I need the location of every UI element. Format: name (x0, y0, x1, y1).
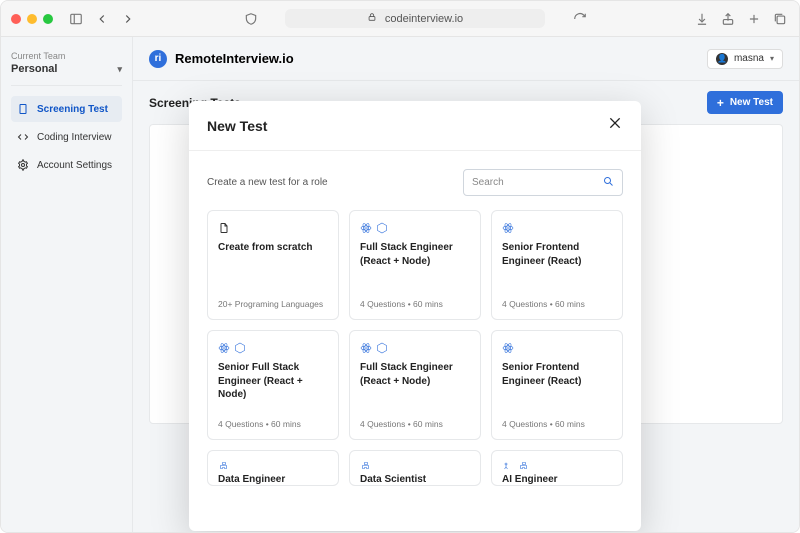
tech-icons (502, 221, 612, 235)
react-icon (360, 222, 372, 234)
node-icon (376, 222, 388, 234)
modal-title: New Test (207, 118, 267, 134)
card-title: Full Stack Engineer (React + Node) (360, 361, 470, 388)
react-icon (502, 222, 514, 234)
lock-icon (367, 12, 377, 25)
card-meta: 4 Questions • 60 mins (360, 419, 470, 429)
python-icon (218, 461, 328, 473)
new-test-button[interactable]: + New Test (707, 91, 783, 114)
template-card[interactable]: Full Stack Engineer (React + Node) 4 Que… (349, 330, 481, 440)
node-icon (376, 342, 388, 354)
search-input[interactable]: Search (463, 169, 623, 196)
sidebar-item-label: Coding Interview (37, 132, 111, 143)
template-grid: Create from scratch 20+ Programing Langu… (207, 210, 623, 486)
team-value: Personal (11, 63, 57, 75)
card-meta: 4 Questions • 60 mins (502, 419, 612, 429)
sidebar-item-label: Screening Test (37, 104, 108, 115)
document-icon (17, 103, 29, 115)
sidebar-item-coding-interview[interactable]: Coding Interview (11, 124, 122, 150)
maximize-window-button[interactable] (43, 14, 53, 24)
page-content: Current Team Personal ▾ Screening Test C… (1, 37, 799, 532)
template-card[interactable]: Senior Frontend Engineer (React) 4 Quest… (491, 330, 623, 440)
react-icon (360, 342, 372, 354)
browser-titlebar: codeinterview.io (1, 1, 799, 37)
close-button[interactable] (607, 115, 623, 136)
sidebar-item-account-settings[interactable]: Account Settings (11, 152, 122, 178)
close-window-button[interactable] (11, 14, 21, 24)
code-icon (17, 131, 29, 143)
template-card[interactable]: Data Scientist (349, 450, 481, 486)
window-controls (11, 14, 53, 24)
template-card[interactable]: Full Stack Engineer (React + Node) 4 Que… (349, 210, 481, 320)
tech-icons (502, 341, 612, 355)
ai-icon (502, 461, 612, 473)
brand-logo: ri (149, 50, 167, 68)
brand: ri RemoteInterview.io (149, 50, 294, 68)
forward-button[interactable] (119, 11, 137, 27)
user-name: masna (734, 53, 764, 64)
card-meta: 4 Questions • 60 mins (502, 299, 612, 309)
template-card[interactable]: AI Engineer (491, 450, 623, 486)
sidebar-item-label: Account Settings (37, 160, 112, 171)
team-label: Current Team (11, 51, 122, 61)
app-header: ri RemoteInterview.io 👤 masna ▾ (133, 37, 799, 81)
react-icon (502, 342, 514, 354)
card-title: Create from scratch (218, 241, 328, 255)
template-card-scratch[interactable]: Create from scratch 20+ Programing Langu… (207, 210, 339, 320)
reload-button[interactable] (571, 11, 589, 27)
minimize-window-button[interactable] (27, 14, 37, 24)
card-title: Data Engineer (218, 473, 328, 486)
tech-icons (360, 341, 470, 355)
template-card[interactable]: Senior Full Stack Engineer (React + Node… (207, 330, 339, 440)
download-icon[interactable] (693, 11, 711, 27)
url-text: codeinterview.io (385, 13, 463, 25)
sidebar-item-screening-test[interactable]: Screening Test (11, 96, 122, 122)
template-card[interactable]: Senior Frontend Engineer (React) 4 Quest… (491, 210, 623, 320)
card-title: Senior Frontend Engineer (React) (502, 361, 612, 388)
user-menu[interactable]: 👤 masna ▾ (707, 49, 783, 69)
card-title: Senior Full Stack Engineer (React + Node… (218, 361, 328, 402)
modal-subheader: Create a new test for a role Search (207, 169, 623, 196)
new-test-modal: New Test Create a new test for a role Se… (189, 101, 641, 531)
card-title: AI Engineer (502, 473, 612, 486)
modal-body: Create a new test for a role Search (189, 151, 641, 486)
react-icon (218, 342, 230, 354)
app-sidebar: Current Team Personal ▾ Screening Test C… (1, 37, 133, 532)
share-icon[interactable] (719, 11, 737, 27)
address-bar[interactable]: codeinterview.io (268, 9, 563, 28)
tech-icons (218, 341, 328, 355)
python-icon (360, 461, 470, 473)
search-icon (602, 175, 614, 190)
template-card[interactable]: Data Engineer (207, 450, 339, 486)
chevron-down-icon: ▾ (117, 64, 122, 75)
new-tab-icon[interactable] (745, 11, 763, 27)
sidebar-toggle-icon[interactable] (67, 11, 85, 27)
file-icon (218, 221, 328, 235)
avatar: 👤 (716, 53, 728, 65)
shield-icon[interactable] (242, 11, 260, 27)
card-meta: 4 Questions • 60 mins (218, 419, 328, 429)
modal-subtitle: Create a new test for a role (207, 177, 328, 188)
team-selector[interactable]: Personal ▾ (11, 63, 122, 86)
card-meta: 4 Questions • 60 mins (360, 299, 470, 309)
chevron-down-icon: ▾ (770, 54, 774, 63)
search-placeholder: Search (472, 177, 504, 188)
card-title: Senior Frontend Engineer (React) (502, 241, 612, 268)
browser-window: codeinterview.io Current Team (0, 0, 800, 533)
modal-header: New Test (189, 101, 641, 151)
plus-icon: + (717, 98, 724, 108)
gear-icon (17, 159, 29, 171)
card-title: Full Stack Engineer (React + Node) (360, 241, 470, 268)
brand-title: RemoteInterview.io (175, 51, 294, 66)
tabs-icon[interactable] (771, 11, 789, 27)
card-title: Data Scientist (360, 473, 470, 486)
node-icon (234, 342, 246, 354)
back-button[interactable] (93, 11, 111, 27)
card-meta: 20+ Programing Languages (218, 299, 328, 309)
tech-icons (360, 221, 470, 235)
new-test-label: New Test (730, 97, 773, 108)
